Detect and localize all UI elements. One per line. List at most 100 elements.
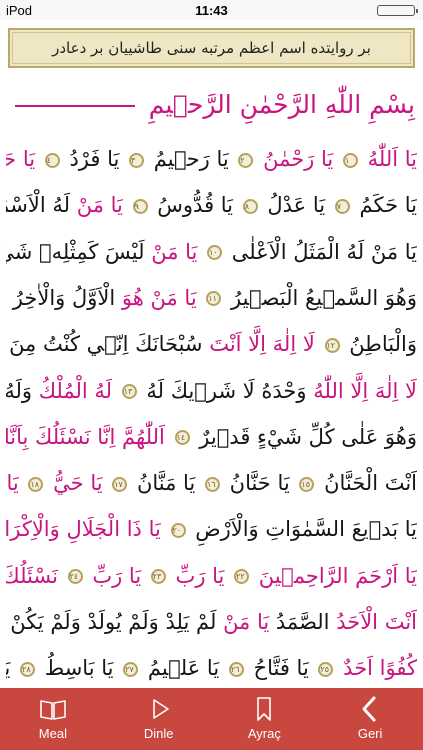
highlighted-phrase: نَسْئَلُكَ بِاَنَّكَ لَا اِلٰهَ اِلَّا [6,563,58,588]
tab-meal-label: Meal [38,726,67,741]
highlighted-phrase: يَا ذَا الْجَلَالِ وَالْاِكْرَامِ [6,517,161,542]
text-line: يَا اَرْحَمَ الرَّاحِم۪ينَ ٢٢ يَا رَبِّ … [6,553,417,599]
highlighted-phrase: يَا حَيُّ [6,147,36,171]
text-phrase: سُبْحَانَكَ اِنّ۪ي كُنْتُ مِنَ الظَّالِم… [6,332,203,357]
verse-number-marker: ١٧ [112,476,128,492]
text-phrase: يَا بَد۪يعَ السَّمٰوَاتِ وَالْاَرْضِ [195,517,417,542]
text-line: اَنْتَ الْحَنَّانُ ١٥ يَا حَنَّانُ ١٦ يَ… [6,460,417,506]
verse-number-marker: ٣ [129,152,145,168]
verse-number-marker: ١٢ [324,337,340,353]
verse-number-marker: ٨ [242,198,258,214]
text-phrase: الصَّمَدُ [275,610,330,634]
highlighted-phrase: يَا مَنْ هُوَ [121,285,197,310]
text-line: وَهُوَ عَلٰى كُلِّ شَيْءٍ قَد۪يرٌ ١٤ اَل… [6,414,417,460]
verse-number-marker: ٧ [334,198,350,214]
text-phrase: يَا قُدُّوسُ [157,193,234,218]
text-phrase: وَحْدَهُ لَا شَر۪يكَ لَهُ [146,378,307,403]
tab-geri-label: Geri [357,726,383,741]
verse-number-marker: ١٤ [174,430,190,446]
text-phrase: يَا حَكَمُ [359,193,417,218]
header-title: بر روايتده اسم اعظم مرتبه سنى طاشييان بر… [52,39,371,57]
basmala: بِسْمِ اللّٰهِ الرَّحْمٰنِ الرَّح۪يمِ [8,80,415,130]
text-line: كُفُوًا اَحَدٌ ٢٥ يَا فَتَّاحُ ٢٦ يَا عَ… [6,645,417,688]
verse-number-marker: ٩ [132,198,148,214]
verse-number-marker: ٤ [44,152,60,168]
tab-meal[interactable]: Meal [0,688,106,750]
verse-number-marker: ٢٤ [67,569,83,585]
text-line: يَا بَد۪يعَ السَّمٰوَاتِ وَالْاَرْضِ ٢٠ … [6,506,417,552]
text-line: وَهُوَ السَّم۪يعُ الْبَص۪يرُ ١١ يَا مَنْ… [6,275,417,321]
text-phrase: يَا مَنَّانُ [136,471,196,496]
highlighted-phrase: يَا مَنْ [76,193,123,218]
highlighted-phrase: يَا رَبِّ [175,563,225,588]
basmala-divider [14,105,135,107]
text-phrase: يَا حَنَّانُ [229,471,290,496]
verse-number-marker: ٢٢ [234,569,250,585]
prayer-text[interactable]: بِسْمِ اللّٰهِ الرَّحْمٰنِ الرَّح۪يمِ يَ… [0,76,423,688]
text-phrase: لَهُ الْاَسْمَاءُ الْحُسْنٰى [6,193,71,218]
text-line: لَا اِلٰهَ اِلَّا اللّٰهُ وَحْدَهُ لَا ش… [6,368,417,414]
highlighted-phrase: يَا اَللّٰهُ [367,147,417,171]
verse-number-marker: ٢٣ [150,569,166,585]
tab-ayrac[interactable]: Ayraç [212,688,318,750]
highlighted-phrase: يَا اَرْحَمَ الرَّاحِم۪ينَ [258,563,417,588]
tab-dinle[interactable]: Dinle [106,688,212,750]
highlighted-phrase: لَا اِلٰهَ اِلَّا اللّٰهُ [313,378,417,403]
highlighted-phrase: يَا قَيُّومُ [6,471,19,496]
bookmark-icon [257,697,272,721]
text-phrase: يَا فَتَّاحُ [253,656,309,681]
highlighted-phrase: اَنْتَ الْاَحَدُ [336,610,417,634]
header-banner: بر روايتده اسم اعظم مرتبه سنى طاشييان بر… [8,28,415,68]
verse-number-marker: ١٠ [207,245,223,261]
text-phrase: يَا بَاسِطُ [44,656,114,681]
text-phrase: يَا رَح۪يمُ [153,147,229,171]
verse-number-marker: ٢ [238,152,254,168]
verse-number-marker: ١٣ [121,384,137,399]
text-phrase: يَا عَل۪يمُ [147,656,220,681]
tab-ayrac-label: Ayraç [247,726,281,741]
battery-icon [377,5,418,16]
clock: 11:43 [195,3,228,18]
text-line: وَالْبَاطِنُ ١٢ لَا اِلٰهَ اِلَّا اَنْتَ… [6,321,417,367]
highlighted-phrase: لَهُ الْمُلْكُ [38,378,113,403]
text-line: يَا مَنْ لَهُ الْمَثَلُ الْاَعْلٰى ١٠ يَ… [6,229,417,275]
verse-number-marker: ٢٦ [228,661,244,677]
verse-number-marker: ٢٧ [123,661,139,677]
highlighted-phrase: يَا مَنْ [151,239,198,264]
highlighted-phrase: لَا اِلٰهَ اِلَّا اَنْتَ [209,332,315,357]
highlighted-phrase: يَا رَبِّ [92,563,142,588]
text-phrase: اَنْتَ الْحَنَّانُ [324,471,417,496]
text-phrase: يَا مَنْ لَهُ الْمَثَلُ الْاَعْلٰى [231,239,417,264]
open-book-icon [40,700,66,720]
highlighted-phrase: يَا مَنْ [223,610,270,634]
highlighted-phrase: يَا رَحْمٰنُ [263,147,334,171]
verse-number-marker: ١ [342,152,358,168]
text-phrase: وَالْبَاطِنُ [349,332,417,357]
text-line: اَنْتَ الْاَحَدُ الصَّمَدُ يَا مَنْ لَمْ… [6,599,417,645]
verse-number-marker: ٢٥ [318,661,334,677]
verse-number-marker: ١٥ [299,476,315,492]
basmala-text: بِسْمِ اللّٰهِ الرَّحْمٰنِ الرَّح۪يمِ [148,90,415,119]
verse-number-marker: ٢٨ [20,661,36,677]
text-phrase: يَا فَرْدُ [69,147,120,171]
highlighted-phrase: يَا حَيُّ [53,471,103,496]
verse-number-marker: ١٨ [28,476,44,492]
text-phrase: يَا عَدْلُ [267,193,326,218]
back-chevron-icon [362,696,376,722]
verse-number-marker: ١١ [206,291,222,307]
text-phrase: لَيْسَ كَمِثْلِه۪ شَيْءٌ [6,239,145,264]
text-line: يَا اَللّٰهُ ١ يَا رَحْمٰنُ ٢ يَا رَح۪يم… [6,136,417,182]
verse-number-marker: ٢٠ [170,522,186,538]
text-phrase: لَمْ يَلِدْ وَلَمْ يُولَدْ وَلَمْ يَكُنْ… [6,610,217,634]
text-phrase: وَهُوَ عَلٰى كُلِّ شَيْءٍ قَد۪يرٌ [199,424,417,449]
tab-bar: Meal Dinle Ayraç Geri [0,688,423,750]
text-phrase: يَا مُعْطٖي [6,656,10,680]
status-bar: iPod 11:43 [0,0,423,20]
highlighted-phrase: اِنَّا نَسْئَلُكَ بِاَنَّكَ لَا اِلٰهَ ا… [6,424,116,449]
text-line: يَا حَكَمُ ٧ يَا عَدْلُ ٨ يَا قُدُّوسُ ٩… [6,182,417,228]
highlighted-phrase: كُفُوًا اَحَدٌ [343,656,417,681]
text-phrase: وَهُوَ السَّم۪يعُ الْبَص۪يرُ [231,285,417,310]
play-icon [152,699,169,719]
tab-dinle-label: Dinle [143,726,174,741]
tab-geri[interactable]: Geri [317,688,423,750]
